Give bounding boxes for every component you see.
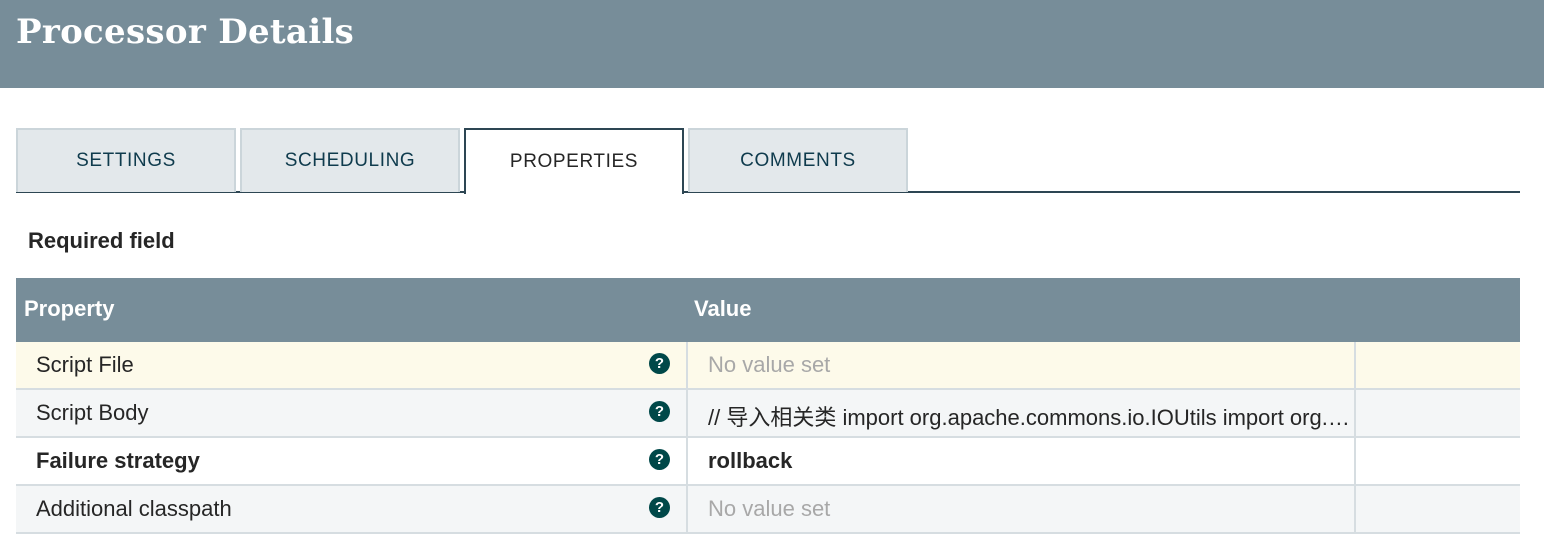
tab-scheduling[interactable]: SCHEDULING [240, 128, 460, 192]
table-row[interactable]: Additional classpath ? No value set [16, 486, 1520, 534]
property-name: Script File [36, 352, 134, 377]
table-header: Property Value [16, 278, 1520, 342]
property-value[interactable]: No value set [708, 496, 1352, 522]
tab-settings[interactable]: SETTINGS [16, 128, 236, 192]
property-name: Additional classpath [36, 496, 232, 521]
table-row[interactable]: Script File ? No value set [16, 342, 1520, 390]
dialog-header: Processor Details [0, 0, 1544, 88]
tab-bar: SETTINGS SCHEDULING PROPERTIES COMMENTS [16, 128, 1520, 194]
tab-comments[interactable]: COMMENTS [688, 128, 908, 192]
property-name: Script Body [36, 400, 149, 425]
properties-table: Property Value Script File ? No value se… [16, 278, 1520, 534]
tab-properties[interactable]: PROPERTIES [464, 128, 684, 194]
column-header-value[interactable]: Value [694, 296, 751, 322]
required-field-legend: Required field [28, 228, 175, 253]
property-value[interactable]: rollback [708, 448, 1352, 474]
column-header-property[interactable]: Property [24, 296, 114, 322]
help-icon[interactable]: ? [649, 449, 670, 470]
property-name: Failure strategy [36, 448, 200, 473]
help-icon[interactable]: ? [649, 353, 670, 374]
property-value[interactable]: No value set [708, 352, 1352, 378]
table-row[interactable]: Failure strategy ? rollback [16, 438, 1520, 486]
dialog-title: Processor Details [16, 12, 355, 52]
help-icon[interactable]: ? [649, 401, 670, 422]
help-icon[interactable]: ? [649, 497, 670, 518]
table-row[interactable]: Script Body ? // 导入相关类 import org.apache… [16, 390, 1520, 438]
property-value[interactable]: // 导入相关类 import org.apache.commons.io.IO… [708, 400, 1352, 432]
